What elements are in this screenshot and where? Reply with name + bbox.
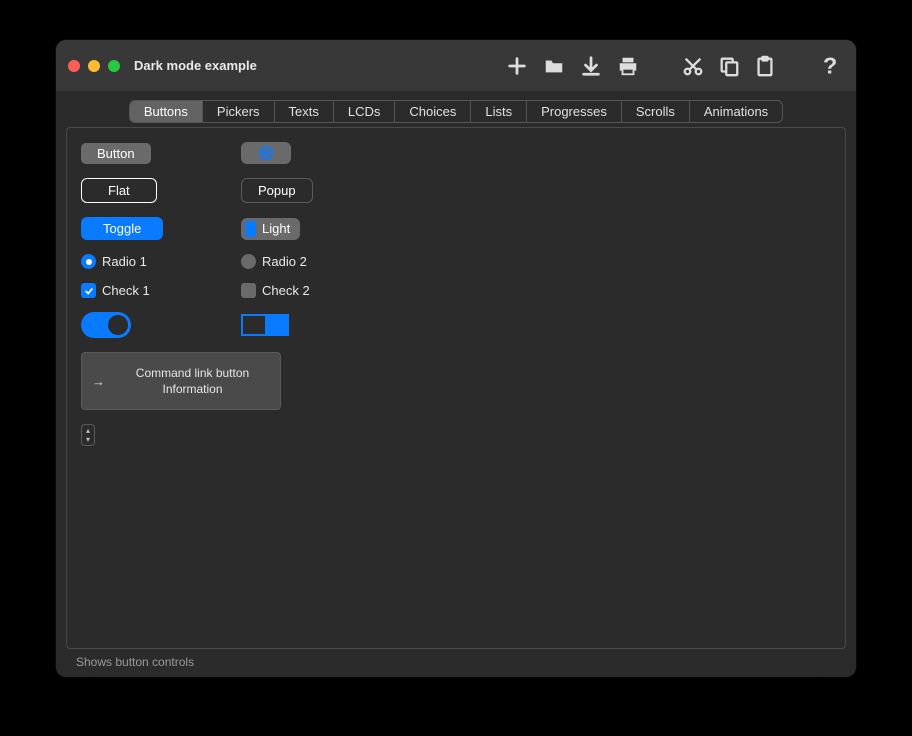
check-2[interactable]: Check 2 bbox=[241, 283, 310, 298]
zoom-icon[interactable] bbox=[108, 60, 120, 72]
window: Dark mode example ? Buttons Pickers Text… bbox=[56, 40, 856, 677]
status-bar: Shows button controls bbox=[66, 649, 846, 677]
tab-progresses[interactable]: Progresses bbox=[527, 101, 622, 122]
spin-box[interactable]: ▴ ▾ bbox=[81, 424, 95, 446]
minimize-icon[interactable] bbox=[88, 60, 100, 72]
check-2-label: Check 2 bbox=[262, 283, 310, 298]
chevron-down-icon: ▾ bbox=[86, 436, 90, 444]
help-icon[interactable]: ? bbox=[818, 53, 838, 79]
check-1-label: Check 1 bbox=[102, 283, 150, 298]
flat-button[interactable]: Flat bbox=[81, 178, 157, 203]
chevron-up-icon: ▴ bbox=[86, 427, 90, 435]
switch-rounded[interactable] bbox=[81, 312, 131, 338]
light-button-label: Light bbox=[262, 221, 290, 236]
tab-texts[interactable]: Texts bbox=[275, 101, 334, 122]
radio-2-label: Radio 2 bbox=[262, 254, 307, 269]
radio-style-button[interactable] bbox=[241, 142, 291, 164]
tab-animations[interactable]: Animations bbox=[690, 101, 782, 122]
command-link-title: Command link button bbox=[136, 365, 249, 381]
add-icon[interactable] bbox=[506, 55, 528, 77]
light-button[interactable]: Light bbox=[241, 218, 300, 240]
svg-text:?: ? bbox=[823, 53, 837, 79]
popup-button[interactable]: Popup bbox=[241, 178, 313, 203]
content-panel: Button Flat Popup Toggle Light Radio 1 R… bbox=[66, 127, 846, 649]
radio-1-label: Radio 1 bbox=[102, 254, 147, 269]
clipboard-icon[interactable] bbox=[754, 54, 776, 78]
command-link-button[interactable]: → Command link button Information bbox=[81, 352, 281, 410]
close-icon[interactable] bbox=[68, 60, 80, 72]
tab-bar: Buttons Pickers Texts LCDs Choices Lists… bbox=[56, 92, 856, 123]
window-title: Dark mode example bbox=[134, 58, 257, 73]
print-icon[interactable] bbox=[616, 55, 640, 77]
titlebar: Dark mode example ? bbox=[56, 40, 856, 92]
tabs: Buttons Pickers Texts LCDs Choices Lists… bbox=[129, 100, 783, 123]
tab-lcds[interactable]: LCDs bbox=[334, 101, 396, 122]
tab-pickers[interactable]: Pickers bbox=[203, 101, 275, 122]
switch-square[interactable] bbox=[241, 314, 289, 336]
window-controls bbox=[68, 60, 120, 72]
radio-2[interactable]: Radio 2 bbox=[241, 254, 307, 269]
copy-icon[interactable] bbox=[718, 55, 740, 77]
command-link-subtitle: Information bbox=[162, 381, 222, 397]
radio-1[interactable]: Radio 1 bbox=[81, 254, 147, 269]
toggle-button[interactable]: Toggle bbox=[81, 217, 163, 240]
cut-icon[interactable] bbox=[682, 55, 704, 77]
toolbar: ? bbox=[506, 53, 844, 79]
check-1[interactable]: Check 1 bbox=[81, 283, 150, 298]
button[interactable]: Button bbox=[81, 143, 151, 164]
arrow-right-icon: → bbox=[92, 374, 105, 389]
tab-choices[interactable]: Choices bbox=[395, 101, 471, 122]
download-icon[interactable] bbox=[580, 55, 602, 77]
tab-buttons[interactable]: Buttons bbox=[130, 101, 203, 122]
folder-icon[interactable] bbox=[542, 55, 566, 77]
tab-scrolls[interactable]: Scrolls bbox=[622, 101, 690, 122]
tab-lists[interactable]: Lists bbox=[471, 101, 527, 122]
